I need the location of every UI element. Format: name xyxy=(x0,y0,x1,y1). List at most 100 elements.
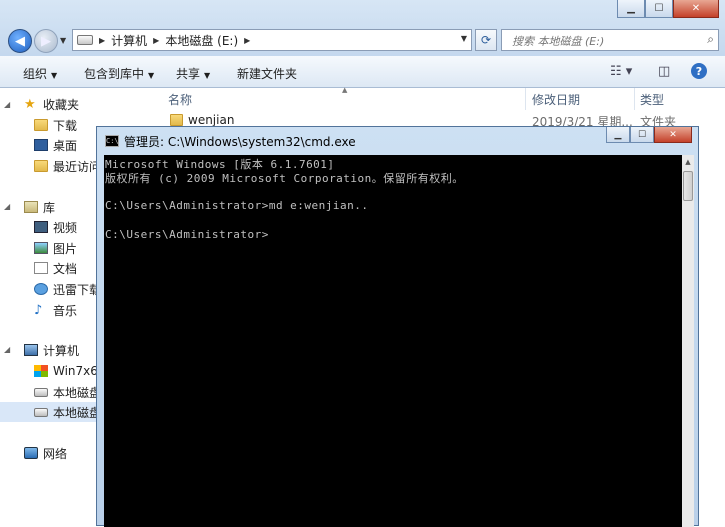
column-header-modified[interactable]: 修改日期 xyxy=(532,88,580,110)
recent-pages-dropdown-icon[interactable]: ▼ xyxy=(60,36,66,45)
nav-disk2-label: 本地磁盘 xyxy=(53,405,102,420)
scroll-up-icon[interactable]: ▲ xyxy=(682,155,694,169)
nav-videos-label: 视频 xyxy=(53,220,78,235)
close-button[interactable]: ✕ xyxy=(673,0,719,18)
chevron-right-icon[interactable]: ▶ xyxy=(99,36,105,45)
nav-documents[interactable]: 文档 xyxy=(34,258,77,278)
cmd-title: 管理员: C:\Windows\system32\cmd.exe xyxy=(124,135,356,149)
cmd-maximize-button[interactable]: ☐ xyxy=(630,127,654,143)
console-line-copyright: 版权所有 (c) 2009 Microsoft Corporation。保留所有… xyxy=(105,172,464,185)
star-icon: ★ xyxy=(24,96,36,112)
nav-documents-label: 文档 xyxy=(53,261,78,276)
console-output[interactable]: Microsoft Windows [版本 6.1.7601] 版权所有 (c)… xyxy=(104,155,682,527)
library-icon xyxy=(24,201,38,213)
expand-arrow-icon[interactable]: ◢ xyxy=(4,202,10,211)
expand-arrow-icon[interactable]: ◢ xyxy=(4,100,10,109)
cmd-scrollbar[interactable]: ▲ xyxy=(682,155,694,527)
nav-music-label: 音乐 xyxy=(53,303,78,318)
view-options-icon[interactable]: ☷ ▾ xyxy=(610,64,632,79)
cmd-minimize-button[interactable]: ▁ xyxy=(606,127,630,143)
explorer-window-controls: ▁ ☐ ✕ xyxy=(617,0,719,18)
nav-network-label: 网络 xyxy=(43,446,68,461)
address-history-dropdown-icon[interactable]: ▼ xyxy=(461,34,467,43)
organize-label: 组织 xyxy=(23,67,48,81)
refresh-button[interactable]: ⟳ xyxy=(475,29,497,51)
video-library-icon xyxy=(34,221,48,233)
minimize-button[interactable]: ▁ xyxy=(617,0,645,18)
forward-button[interactable]: ▶ xyxy=(34,29,58,53)
expand-arrow-icon[interactable]: ◢ xyxy=(4,345,10,354)
nav-favorites-label: 收藏夹 xyxy=(43,97,80,112)
command-bar: 组织 ▼ 包含到库中 ▼ 共享 ▼ 新建文件夹 ☷ ▾ ◫ ? xyxy=(0,56,725,88)
breadcrumb-computer[interactable]: 计算机 xyxy=(111,32,147,49)
console-line-prompt: C:\Users\Administrator> xyxy=(105,228,269,241)
nav-computer-label: 计算机 xyxy=(43,343,80,358)
chevron-right-icon[interactable]: ▶ xyxy=(244,36,250,45)
cmd-titlebar[interactable]: C:\ 管理员: C:\Windows\system32\cmd.exe ▁ ☐… xyxy=(97,127,698,155)
nav-thunder-downloads[interactable]: 迅雷下载 xyxy=(34,279,101,299)
nav-local-disk-1[interactable]: 本地磁盘 xyxy=(34,382,101,402)
drive-icon xyxy=(77,35,93,45)
search-icon[interactable]: ⌕ xyxy=(707,32,714,47)
column-header-name[interactable]: 名称 xyxy=(168,88,192,110)
search-box[interactable]: ⌕ xyxy=(501,29,719,51)
nav-videos[interactable]: 视频 xyxy=(34,217,77,237)
chevron-right-icon[interactable]: ▶ xyxy=(153,36,159,45)
file-name: wenjian xyxy=(188,113,235,127)
cmd-window: C:\ 管理员: C:\Windows\system32\cmd.exe ▁ ☐… xyxy=(96,126,699,527)
share-label: 共享 xyxy=(176,67,201,81)
picture-library-icon xyxy=(34,242,48,254)
help-icon[interactable]: ? xyxy=(691,63,707,79)
organize-menu[interactable]: 组织 ▼ xyxy=(23,65,57,82)
caret-down-icon: ▼ xyxy=(204,71,211,80)
nav-recent[interactable]: 最近访问 xyxy=(34,156,101,176)
address-bar[interactable]: ▶ 计算机 ▶ 本地磁盘 (E:) ▶ ▼ xyxy=(72,29,472,51)
maximize-button[interactable]: ☐ xyxy=(645,0,673,18)
nav-network[interactable]: 网络 xyxy=(24,443,67,463)
cmd-window-controls: ▁ ☐ ✕ xyxy=(606,127,692,143)
share-menu[interactable]: 共享 ▼ xyxy=(176,65,210,82)
cmd-close-button[interactable]: ✕ xyxy=(654,127,692,143)
caret-down-icon: ▼ xyxy=(51,71,58,80)
console-icon: C:\ xyxy=(105,135,119,147)
column-divider[interactable] xyxy=(634,88,635,110)
nav-pictures[interactable]: 图片 xyxy=(34,238,77,258)
preview-pane-icon[interactable]: ◫ xyxy=(658,64,670,79)
nav-pictures-label: 图片 xyxy=(53,241,78,256)
console-line-md-command: C:\Users\Administrator>md e:wenjian.. xyxy=(105,199,369,212)
refresh-icon: ⟳ xyxy=(480,33,492,47)
search-input[interactable] xyxy=(510,31,694,51)
nav-win7-drive[interactable]: Win7x64 xyxy=(34,361,106,381)
sort-ascending-icon: ▲ xyxy=(342,86,348,94)
arrow-left-icon: ◀ xyxy=(15,33,25,49)
nav-computer[interactable]: 计算机 xyxy=(24,340,79,360)
windows-drive-icon xyxy=(34,365,48,377)
nav-libraries-label: 库 xyxy=(43,200,56,215)
caret-down-icon: ▼ xyxy=(148,71,155,80)
computer-icon xyxy=(24,344,38,356)
recent-places-icon xyxy=(34,160,48,172)
nav-favorites[interactable]: ★ 收藏夹 xyxy=(24,94,79,114)
drive-icon xyxy=(34,387,48,397)
include-library-label: 包含到库中 xyxy=(84,67,145,81)
downloads-folder-icon xyxy=(34,119,48,131)
include-in-library-menu[interactable]: 包含到库中 ▼ xyxy=(84,65,154,82)
nav-music[interactable]: ♪ 音乐 xyxy=(34,300,77,320)
nav-downloads[interactable]: 下载 xyxy=(34,115,77,135)
breadcrumb-drive-e[interactable]: 本地磁盘 (E:) xyxy=(165,32,238,49)
arrow-right-icon: ▶ xyxy=(41,33,51,49)
desktop-icon xyxy=(34,139,48,151)
new-folder-button[interactable]: 新建文件夹 xyxy=(237,65,297,82)
nav-libraries[interactable]: 库 xyxy=(24,197,55,217)
thunder-icon xyxy=(34,283,48,295)
nav-thunder-label: 迅雷下载 xyxy=(53,282,102,297)
back-button[interactable]: ◀ xyxy=(8,29,32,53)
nav-recent-label: 最近访问 xyxy=(53,159,102,174)
scrollbar-thumb[interactable] xyxy=(683,171,693,201)
document-library-icon xyxy=(34,262,48,274)
nav-downloads-label: 下载 xyxy=(53,118,78,133)
column-divider[interactable] xyxy=(525,88,526,110)
column-header-type[interactable]: 类型 xyxy=(640,88,664,110)
drive-icon xyxy=(34,407,48,417)
nav-desktop[interactable]: 桌面 xyxy=(34,135,77,155)
